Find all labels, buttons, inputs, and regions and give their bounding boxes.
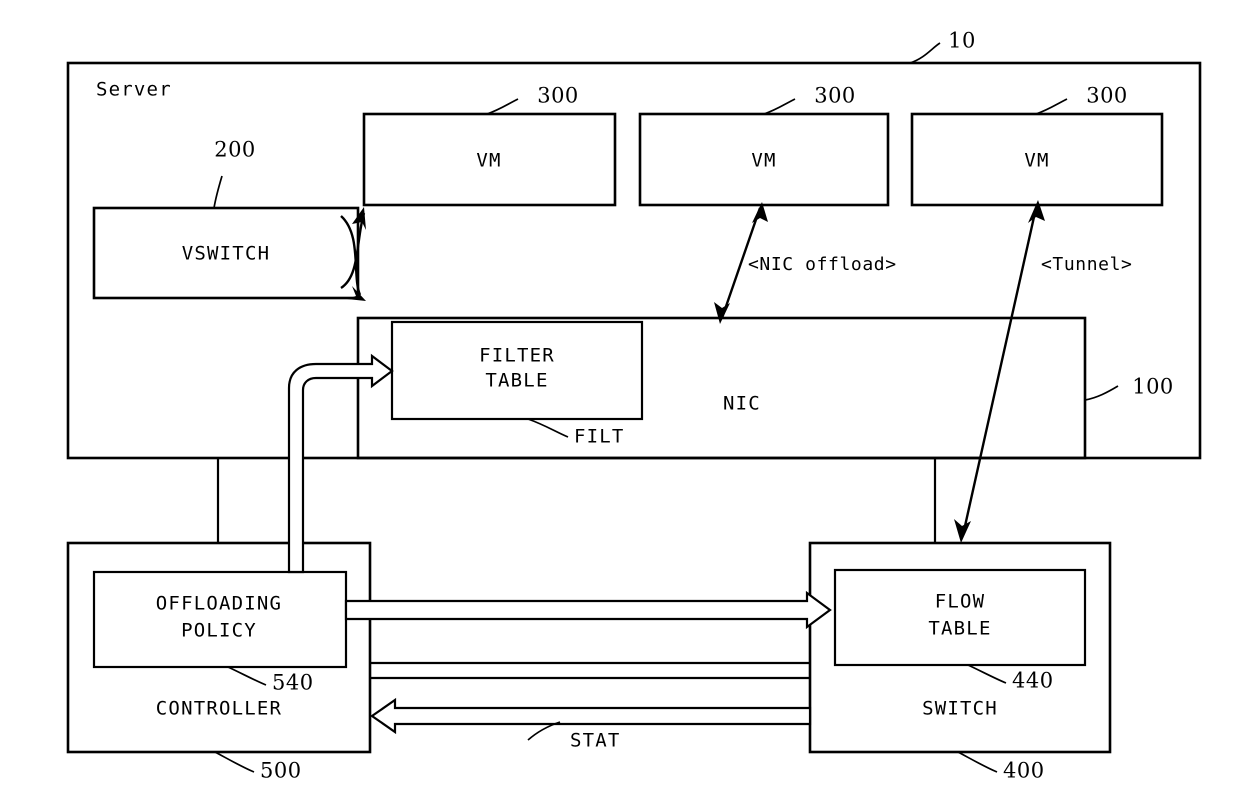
server-ref-lead (909, 42, 941, 64)
filter-table-label-1: FILTER (479, 345, 555, 367)
server-label: Server (96, 79, 172, 101)
controller-label: CONTROLLER (156, 698, 282, 720)
stat-hollow-arrow (370, 697, 812, 735)
figure-canvas: Server 10 VM 300 VM 300 VM 300 VSWITCH 2… (0, 0, 1240, 811)
policy-to-filter-hollow-arrow (287, 353, 394, 574)
vm-ref-1: 300 (537, 84, 579, 108)
vm-ref-2: 300 (814, 84, 856, 108)
filter-table-ref-lead (527, 418, 569, 438)
tunnel-arrowhead-down (954, 519, 971, 543)
vswitch-label: VSWITCH (182, 243, 270, 265)
vm-label-1: VM (476, 150, 501, 172)
controller-box (66, 541, 372, 754)
vm-ref-lead-3 (1035, 98, 1068, 115)
flow-table-label-1: FLOW (935, 591, 986, 613)
switch-label: SWITCH (922, 698, 998, 720)
diagram-svg: Server 10 VM 300 VM 300 VM 300 VSWITCH 2… (66, 29, 1202, 783)
controller-ref: 500 (260, 759, 302, 783)
nic-ref: 100 (1132, 375, 1174, 399)
nic-ref-lead (1084, 385, 1119, 401)
vswitch-ref-lead (213, 175, 223, 209)
vm-ref-lead-2 (763, 98, 796, 115)
vswitch-to-vm-arrow (340, 212, 366, 290)
filter-table-label-2: TABLE (485, 370, 548, 392)
switch-box (808, 541, 1112, 754)
vm-ref-3: 300 (1086, 84, 1128, 108)
flow-table-label-2: TABLE (928, 618, 991, 640)
vswitch-to-nic-arrowhead (347, 286, 366, 301)
nic-box (356, 316, 1087, 460)
vm-label-2: VM (751, 150, 776, 172)
offloading-policy-ref: 540 (272, 671, 314, 695)
switch-ref: 400 (1003, 759, 1045, 783)
tunnel-arrowhead-up (1028, 200, 1045, 223)
tunnel-annotation: <Tunnel> (1041, 254, 1133, 275)
server-ref: 10 (948, 29, 976, 53)
policy-to-flow-hollow-arrow (344, 590, 832, 630)
nic-offload-annotation: <NIC offload> (748, 254, 897, 275)
offloading-policy-ref-lead (227, 666, 267, 686)
stat-label: STAT (570, 730, 621, 752)
vswitch-ref: 200 (214, 138, 256, 162)
nic-label: NIC (723, 393, 761, 415)
switch-ref-lead (957, 751, 998, 773)
flow-table-ref: 440 (1012, 669, 1054, 693)
vm-ref-lead-1 (486, 98, 519, 115)
vm-label-3: VM (1024, 150, 1049, 172)
offloading-policy-label-2: POLICY (181, 620, 257, 642)
tunnel-arrow (961, 207, 1038, 536)
flow-table-ref-lead (967, 664, 1007, 684)
controller-ref-lead (214, 751, 255, 773)
nic-offload-arrowhead-down (714, 302, 730, 324)
offloading-policy-label-1: OFFLOADING (156, 593, 282, 615)
filter-table-ref: FILT (574, 426, 625, 448)
